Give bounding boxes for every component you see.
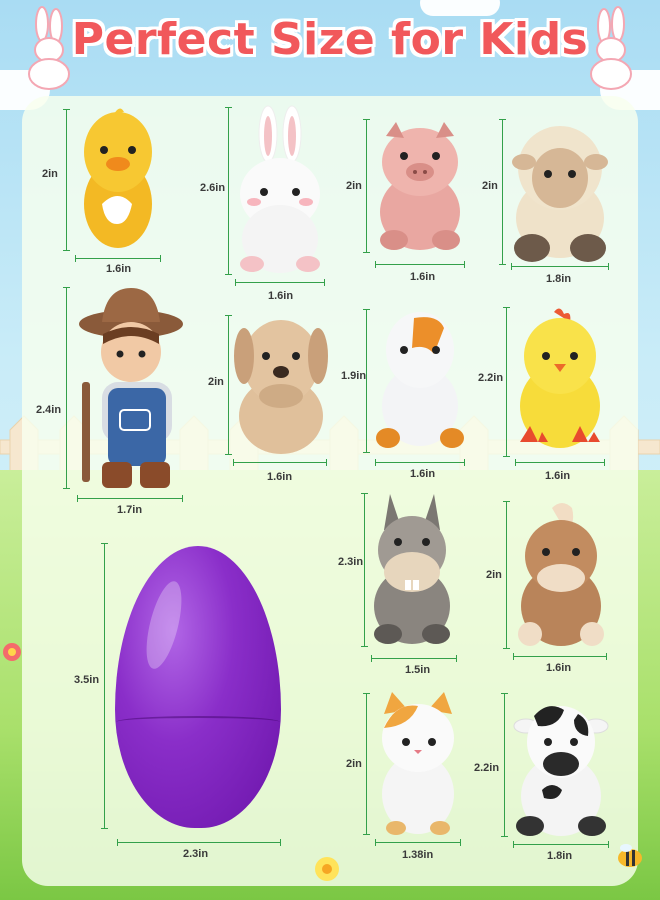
width-label-horse: 1.6in [546,662,572,674]
dimension-line [363,309,370,453]
dimension-line [77,495,183,502]
dimension-line [233,459,327,466]
pig-figure [380,122,460,250]
width-label-chick: 1.6in [545,470,571,482]
height-label-donkey: 2.3in [338,556,364,568]
bunny-icon [28,6,70,90]
flower-icon [3,643,21,661]
dimension-line [371,655,457,662]
dog-figure [234,320,328,454]
dimension-line [101,543,108,829]
width-label-duck: 1.6in [106,263,132,275]
width-label-egg: 2.3in [183,848,209,860]
height-label-farmer: 2.4in [36,404,62,416]
height-label-dog: 2in [208,376,224,388]
dimension-line [235,279,325,286]
chick-figure [520,308,600,448]
height-label-egg: 3.5in [74,674,100,686]
dimension-line [511,263,609,270]
dimension-line [513,841,609,848]
width-label-goose: 1.6in [410,468,436,480]
dimension-line [501,693,508,837]
dimension-line [225,107,232,275]
egg-seam [116,716,280,728]
height-label-goose: 1.9in [341,370,367,382]
dimension-line [363,693,370,835]
height-label-chick: 2.2in [478,372,504,384]
farmer-figure [79,288,183,488]
height-label-sheep: 2in [482,180,498,192]
dimension-line [225,315,232,455]
dimension-line [75,255,161,262]
page-title: Perfect Size for Kids [71,14,589,65]
dimension-line [513,653,607,660]
height-label-cat: 2in [346,758,362,770]
cow-figure [513,706,609,836]
width-label-bunny: 1.6in [268,290,294,302]
height-label-pig: 2in [346,180,362,192]
dimension-line [503,307,510,457]
width-label-cat: 1.38in [402,849,434,861]
dimension-line [375,261,465,268]
width-label-dog: 1.6in [267,471,293,483]
dimension-line [363,119,370,253]
bunny-figure [240,105,320,273]
dimension-line [515,459,605,466]
dimension-line [63,109,70,251]
dimension-line [499,119,506,265]
width-label-sheep: 1.8in [546,273,572,285]
dimension-line [375,459,465,466]
height-label-cow: 2.2in [474,762,500,774]
flower-icon [315,857,339,881]
height-label-horse: 2in [486,569,502,581]
bee-icon [618,844,642,867]
sheep-figure [512,126,608,262]
horse-figure [518,503,604,646]
goose-figure [376,312,464,448]
width-label-donkey: 1.5in [405,664,431,676]
donkey-figure [374,494,450,644]
width-label-farmer: 1.7in [117,504,143,516]
dimension-line [63,287,70,489]
cat-figure [382,692,454,835]
bunny-icon [590,6,632,90]
dimension-line [503,501,510,649]
dimension-line [117,839,281,846]
width-label-pig: 1.6in [410,271,436,283]
dimension-line [375,839,461,846]
duck-figure [84,108,152,248]
dimension-line [361,493,368,647]
height-label-duck: 2in [42,168,58,180]
width-label-cow: 1.8in [547,850,573,862]
height-label-bunny: 2.6in [200,182,226,194]
